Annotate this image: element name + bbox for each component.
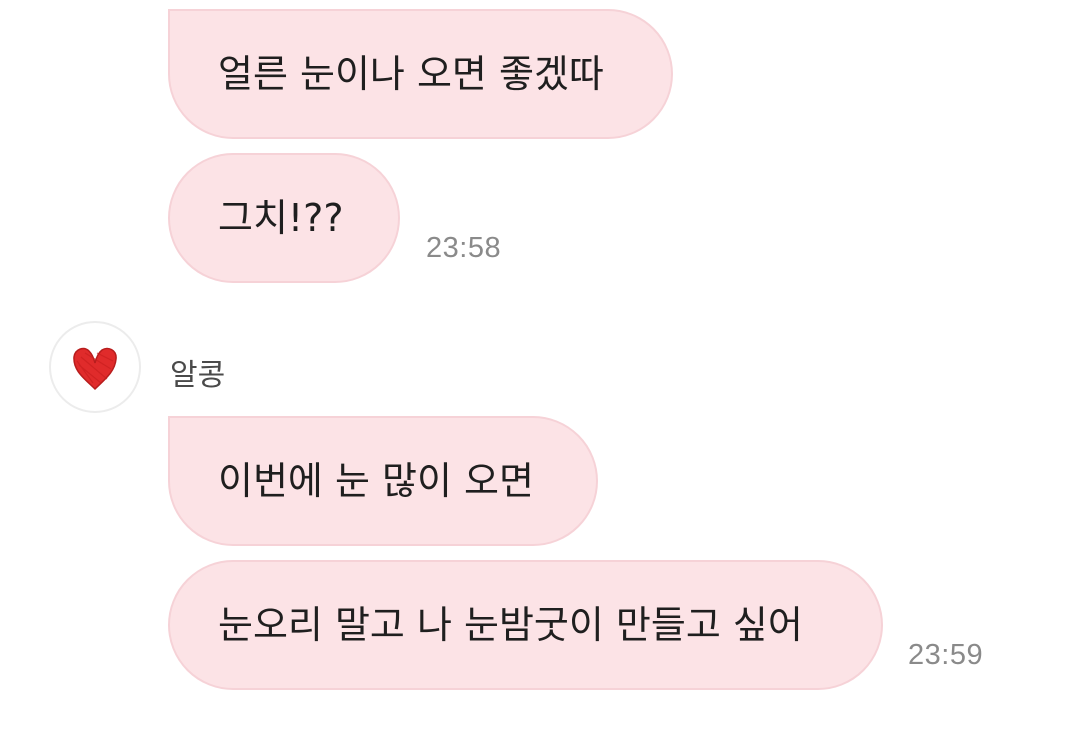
message-text: 눈오리 말고 나 눈밤굿이 만들고 싶어 bbox=[218, 603, 803, 647]
message-bubble[interactable]: 그치!?? bbox=[168, 153, 400, 283]
avatar[interactable] bbox=[49, 321, 141, 413]
red-heart-icon bbox=[73, 347, 117, 391]
message-timestamp: 23:58 bbox=[426, 232, 502, 264]
message-bubble[interactable]: 눈오리 말고 나 눈밤굿이 만들고 싶어 bbox=[168, 560, 883, 690]
message-bubble[interactable]: 얼른 눈이나 오면 좋겠따 bbox=[168, 9, 673, 139]
message-text: 그치!?? bbox=[218, 196, 344, 240]
message-bubble[interactable]: 이번에 눈 많이 오면 bbox=[168, 416, 598, 546]
message-timestamp: 23:59 bbox=[908, 639, 984, 671]
message-text: 이번에 눈 많이 오면 bbox=[218, 459, 534, 503]
sender-name: 알콩 bbox=[170, 358, 226, 393]
message-text: 얼른 눈이나 오면 좋겠따 bbox=[218, 52, 604, 96]
